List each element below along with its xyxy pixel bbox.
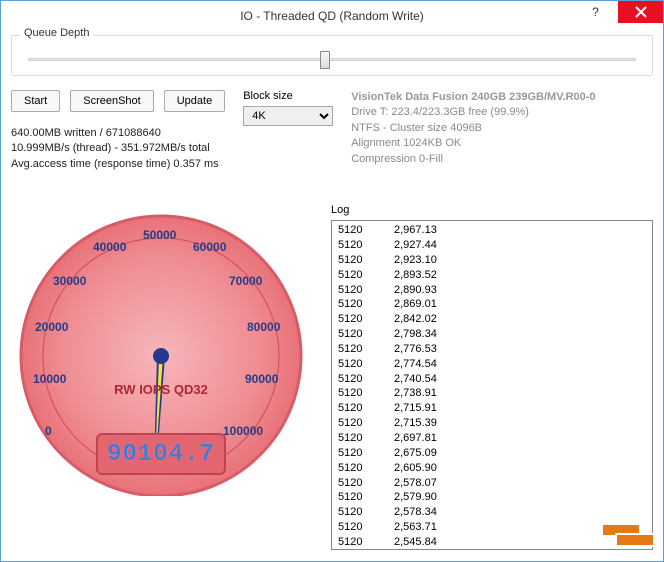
- tick-2: 20000: [35, 320, 68, 334]
- tick-0: 0: [45, 424, 52, 438]
- drive-line-4: Compression 0-Fill: [351, 152, 653, 167]
- stat-line-1: 640.00MB written / 671088640: [11, 126, 225, 141]
- watermark-icon: [601, 517, 657, 551]
- log-row: 51202,675.09: [338, 446, 646, 461]
- drive-line-2: NTFS - Cluster size 4096B: [351, 121, 653, 136]
- slider-thumb[interactable]: [320, 51, 330, 69]
- log-row: 51202,927.44: [338, 238, 646, 253]
- update-button[interactable]: Update: [164, 90, 225, 112]
- log-row: 51202,715.91: [338, 401, 646, 416]
- tick-5: 50000: [143, 228, 176, 242]
- stat-line-2: 10.999MB/s (thread) - 351.972MB/s total: [11, 141, 225, 156]
- tick-4: 40000: [93, 240, 126, 254]
- gauge-value: 90104.7: [107, 441, 215, 468]
- button-row: Start ScreenShot Update: [11, 90, 225, 112]
- gauge: 0 10000 20000 30000 40000 50000 60000 70…: [11, 196, 321, 516]
- screenshot-button[interactable]: ScreenShot: [70, 90, 153, 112]
- drive-name: VisionTek Data Fusion 240GB 239GB/MV.R00…: [351, 90, 653, 105]
- block-size-select[interactable]: 4K: [243, 106, 333, 126]
- log-column: Log 51202,967.1351202,927.4451202,923.10…: [331, 196, 653, 550]
- log-row: 51202,774.54: [338, 357, 646, 372]
- drive-info: VisionTek Data Fusion 240GB 239GB/MV.R00…: [351, 90, 653, 167]
- tick-1: 10000: [33, 372, 66, 386]
- queue-depth-group: Queue Depth: [11, 35, 653, 76]
- log-row: 51202,869.01: [338, 297, 646, 312]
- log-row: 51202,842.02: [338, 312, 646, 327]
- log-box[interactable]: 51202,967.1351202,927.4451202,923.105120…: [331, 220, 653, 550]
- queue-depth-slider[interactable]: [22, 50, 642, 65]
- window-buttons: ?: [573, 1, 663, 23]
- tick-9: 90000: [245, 372, 278, 386]
- titlebar: IO - Threaded QD (Random Write) ?: [1, 1, 663, 31]
- gauge-unit: RW IOPS QD32: [114, 382, 208, 397]
- log-row: 51202,578.07: [338, 476, 646, 491]
- log-row: 51202,776.53: [338, 342, 646, 357]
- stat-line-3: Avg.access time (response time) 0.357 ms: [11, 157, 225, 172]
- tick-8: 80000: [247, 320, 280, 334]
- controls-row: Start ScreenShot Update 640.00MB written…: [11, 90, 653, 172]
- main-area: 0 10000 20000 30000 40000 50000 60000 70…: [11, 196, 653, 550]
- log-row: 51202,579.90: [338, 490, 646, 505]
- window-title: IO - Threaded QD (Random Write): [240, 9, 424, 23]
- block-size-group: Block size 4K: [243, 90, 333, 126]
- log-row: 51202,893.52: [338, 268, 646, 283]
- tick-7: 70000: [229, 274, 262, 288]
- log-row: 51202,967.13: [338, 223, 646, 238]
- drive-line-3: Alignment 1024KB OK: [351, 136, 653, 151]
- log-row: 51202,545.84: [338, 535, 646, 550]
- log-row: 51202,605.90: [338, 461, 646, 476]
- log-row: 51202,697.81: [338, 431, 646, 446]
- tick-6: 60000: [193, 240, 226, 254]
- log-row: 51202,923.10: [338, 253, 646, 268]
- log-label: Log: [331, 204, 653, 216]
- gauge-lcd: 90104.7: [96, 433, 226, 475]
- window: IO - Threaded QD (Random Write) ? Queue …: [0, 0, 664, 562]
- close-icon: [635, 6, 647, 18]
- drive-line-1: Drive T: 223.4/223.3GB free (99.9%): [351, 105, 653, 120]
- slider-track: [28, 58, 636, 61]
- close-button[interactable]: [618, 1, 663, 23]
- log-row: 51202,740.54: [338, 372, 646, 387]
- queue-depth-label: Queue Depth: [20, 27, 93, 39]
- block-size-label: Block size: [243, 90, 333, 102]
- log-row: 51202,738.91: [338, 386, 646, 401]
- tick-3: 30000: [53, 274, 86, 288]
- help-button[interactable]: ?: [573, 1, 618, 23]
- content: Queue Depth Start ScreenShot Update 640.…: [1, 31, 663, 560]
- log-row: 51202,890.93: [338, 283, 646, 298]
- log-row: 51202,715.39: [338, 416, 646, 431]
- log-row: 51202,578.34: [338, 505, 646, 520]
- stats-block: 640.00MB written / 671088640 10.999MB/s …: [11, 126, 225, 172]
- log-row: 51202,798.34: [338, 327, 646, 342]
- start-button[interactable]: Start: [11, 90, 60, 112]
- tick-10: 100000: [223, 424, 263, 438]
- log-row: 51202,563.71: [338, 520, 646, 535]
